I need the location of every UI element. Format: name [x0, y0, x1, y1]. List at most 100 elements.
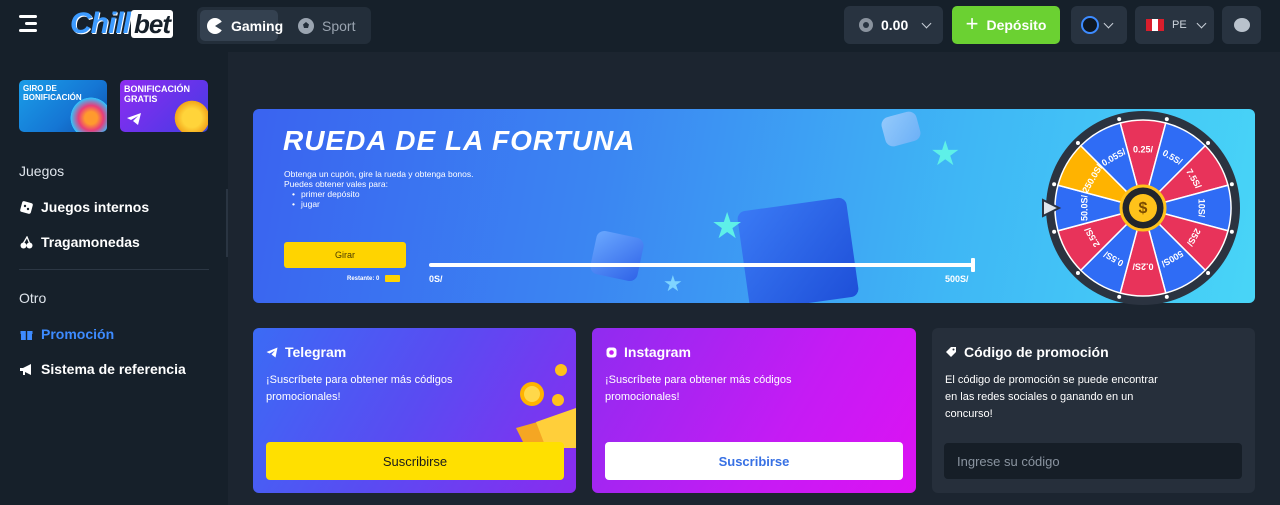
banner-desc-line: Puedes obtener vales para:: [284, 179, 388, 189]
language-code: PE: [1172, 19, 1187, 31]
tab-sport-label: Sport: [322, 17, 356, 34]
language-dropdown[interactable]: PE: [1135, 6, 1214, 44]
chat-button[interactable]: [1222, 6, 1261, 44]
deposit-button[interactable]: + Depósito: [952, 6, 1060, 44]
profile-dropdown[interactable]: [1071, 6, 1127, 44]
star-decoration: ★: [711, 205, 744, 246]
telegram-card-text: ¡Suscríbete para obtener más códigos pro…: [266, 374, 453, 403]
balance-dropdown[interactable]: 0.00: [844, 6, 943, 44]
wheel-peg: [1052, 229, 1057, 234]
wheel-icon: [69, 96, 107, 132]
chevron-down-icon: [1196, 18, 1207, 28]
instagram-card-title: Instagram: [605, 344, 691, 360]
promo-code-card-title: Código de promoción: [945, 344, 1109, 360]
tag-icon: [945, 346, 957, 358]
plus-icon: +: [965, 11, 979, 36]
deposit-label: Depósito: [986, 17, 1047, 33]
wheel-peg: [1052, 182, 1057, 187]
telegram-card-title: Telegram: [266, 344, 346, 360]
logo-text-badge: bet: [131, 10, 173, 38]
tab-gaming-label: Gaming: [231, 17, 284, 34]
gift-box-decoration: [736, 196, 860, 303]
section-heading-games: Juegos: [19, 163, 65, 179]
wheel-segment-label: 0.2S/: [1132, 262, 1154, 272]
progress-min-label: 0S/: [429, 274, 443, 284]
coins-icon: [170, 96, 208, 132]
top-bar: Chill bet Gaming Sport 0.00 + Depósito P…: [0, 0, 1280, 52]
telegram-card: Telegram ¡Suscríbete para obtener más có…: [253, 328, 576, 493]
wheel-peg: [1117, 117, 1122, 122]
telegram-icon: [266, 346, 278, 358]
voucher-list-item: primer depósito: [292, 189, 474, 199]
instagram-card: Instagram ¡Suscríbete para obtener más c…: [592, 328, 916, 493]
tab-sport[interactable]: Sport: [291, 10, 366, 41]
logo-text: Chill: [70, 7, 131, 40]
peru-flag-icon: [1146, 19, 1164, 31]
promo-code-card-text: El código de promoción se puede encontra…: [945, 374, 1158, 420]
promo-code-input[interactable]: [944, 443, 1242, 479]
logo[interactable]: Chill bet: [70, 7, 173, 40]
avatar: [1081, 16, 1099, 34]
voucher-list: primer depósito jugar: [292, 189, 474, 209]
wheel-peg: [1206, 271, 1211, 276]
remaining-spins-label: Restante: 0: [347, 275, 380, 282]
ticket-icon: [385, 275, 401, 282]
bonus-spin-card[interactable]: GIRO DE BONIFICACIÓN: [19, 80, 107, 132]
spin-button[interactable]: Girar: [284, 242, 406, 268]
remaining-spins: Restante: 0: [347, 275, 401, 282]
balance-value: 0.00: [881, 17, 909, 33]
instagram-title-text: Instagram: [624, 344, 691, 360]
wheel-segment-label: 10S/: [1197, 199, 1207, 218]
sidebar-item-label: Tragamonedas: [41, 234, 140, 250]
instagram-icon: [605, 346, 617, 358]
instagram-card-text: ¡Suscríbete para obtener más códigos pro…: [605, 374, 792, 403]
tab-gaming[interactable]: Gaming: [200, 10, 283, 41]
sidebar: GIRO DE BONIFICACIÓN BONIFICACIÓN GRATIS…: [0, 52, 228, 505]
sidebar-item-label: Juegos internos: [41, 199, 150, 215]
section-heading-other: Otro: [19, 290, 47, 306]
sidebar-item-internal-games[interactable]: Juegos internos: [19, 197, 149, 217]
progress-max-label: 500S/: [945, 274, 969, 284]
progress-knob: [971, 258, 975, 272]
dice-icon: [19, 200, 33, 214]
wheel-peg: [1075, 140, 1080, 145]
pacman-icon: [206, 17, 224, 35]
telegram-subscribe-button[interactable]: Suscribirse: [266, 442, 564, 480]
telegram-title-text: Telegram: [285, 344, 347, 360]
sidebar-item-referral[interactable]: Sistema de referencia: [19, 359, 186, 379]
wheel-peg: [1164, 294, 1169, 299]
chevron-down-icon: [921, 18, 932, 28]
chevron-down-icon: [1103, 18, 1114, 28]
star-decoration: ★: [663, 271, 683, 296]
bonus-spin-card-label: GIRO DE BONIFICACIÓN: [23, 84, 82, 102]
sidebar-item-label: Promoción: [41, 326, 115, 342]
soccer-ball-icon: [297, 17, 315, 35]
wheel-peg: [1229, 182, 1234, 187]
menu-icon[interactable]: [19, 15, 39, 33]
banner-desc-line: Obtenga un cupón, gire la rueda y obteng…: [284, 169, 474, 179]
telegram-icon: [127, 113, 141, 125]
wheel-segment-label: 50.0S/: [1079, 194, 1089, 221]
instagram-subscribe-button[interactable]: Suscribirse: [605, 442, 903, 480]
divider: [19, 269, 209, 270]
dollar-sign: $: [1139, 200, 1148, 217]
sidebar-item-promotion[interactable]: Promoción: [19, 324, 114, 344]
wheel-peg: [1206, 140, 1211, 145]
promo-code-card: Código de promoción El código de promoci…: [932, 328, 1255, 493]
chat-bubble-icon: [1233, 18, 1250, 32]
progress-bar: [429, 258, 975, 272]
sidebar-item-label: Sistema de referencia: [41, 361, 186, 377]
wheel-peg: [1117, 294, 1122, 299]
sidebar-scrollbar[interactable]: [226, 189, 228, 257]
gift-box-decoration: [879, 109, 923, 149]
coin-icon: [859, 18, 873, 32]
gift-box-decoration: [588, 229, 646, 283]
fortune-wheel-graphic: 0.25/0.5S/7.5S/10S/25S/500S/0.2S/0.5S/2.…: [1042, 111, 1240, 305]
fortune-wheel[interactable]: 0.25/0.5S/7.5S/10S/25S/500S/0.2S/0.5S/2.…: [1040, 110, 1246, 314]
megaphone-icon: [19, 362, 33, 376]
free-bonus-card[interactable]: BONIFICACIÓN GRATIS: [120, 80, 208, 132]
wheel-peg: [1164, 117, 1169, 122]
coins-decoration: [516, 364, 576, 448]
wheel-segment-label: 0.25/: [1133, 144, 1154, 154]
sidebar-item-slots[interactable]: Tragamonedas: [19, 232, 140, 252]
